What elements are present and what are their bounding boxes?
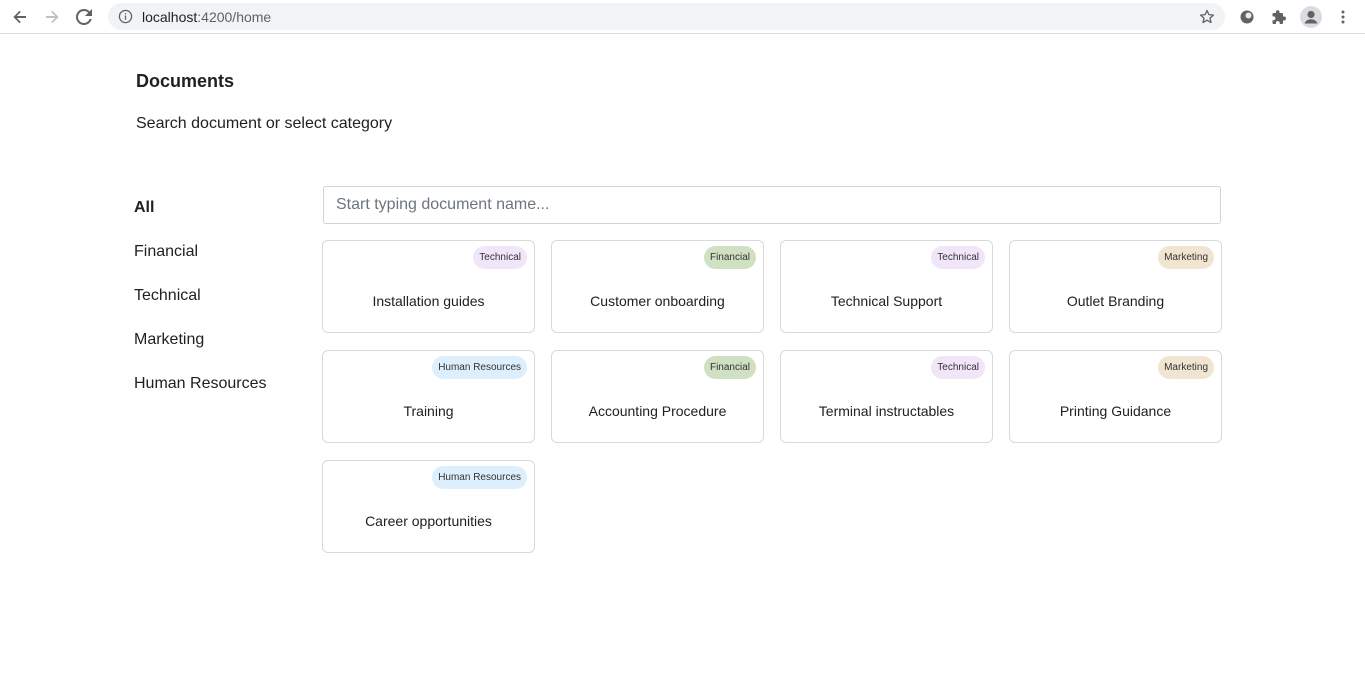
extensions-menu-button[interactable]: [1267, 5, 1291, 29]
document-card[interactable]: Technical Terminal instructables: [780, 350, 993, 443]
category-badge: Marketing: [1158, 246, 1214, 269]
document-title: Outlet Branding: [1066, 293, 1165, 309]
category-badge: Technical: [931, 356, 985, 379]
info-icon[interactable]: [118, 9, 133, 24]
url-host: localhost: [142, 9, 198, 25]
document-search-input[interactable]: [323, 186, 1221, 224]
url-path: :4200/home: [197, 9, 272, 25]
page-subtitle: Search document or select category: [136, 115, 393, 132]
more-vert-icon: [1341, 10, 1345, 24]
page-title: Documents: [136, 71, 235, 91]
back-arrow-icon: [13, 10, 26, 24]
browser-menu-button[interactable]: [1331, 5, 1355, 29]
extension-button[interactable]: [1235, 5, 1259, 29]
category-marketing[interactable]: Marketing: [134, 330, 294, 374]
forward-button[interactable]: [39, 4, 65, 30]
category-financial[interactable]: Financial: [134, 242, 294, 286]
category-badge: Human Resources: [432, 356, 527, 379]
category-technical[interactable]: Technical: [134, 286, 294, 330]
url-text: localhost:4200/home: [142, 9, 271, 25]
document-card[interactable]: Financial Customer onboarding: [551, 240, 764, 333]
document-title: Terminal instructables: [818, 403, 955, 419]
extension-circle-icon: [1240, 10, 1254, 24]
reload-button[interactable]: [71, 4, 97, 30]
document-card[interactable]: Marketing Printing Guidance: [1009, 350, 1222, 443]
back-button[interactable]: [7, 4, 33, 30]
document-title: Career opportunities: [365, 513, 492, 529]
category-badge: Human Resources: [432, 466, 527, 489]
document-title: Customer onboarding: [590, 293, 725, 309]
document-title: Installation guides: [372, 293, 485, 309]
forward-arrow-icon: [46, 10, 59, 24]
address-bar[interactable]: localhost:4200/home: [108, 3, 1225, 30]
category-badge: Financial: [703, 356, 756, 379]
category-badge: Technical: [473, 246, 527, 269]
document-title: Training: [403, 403, 454, 419]
category-human-resources[interactable]: Human Resources: [134, 374, 294, 418]
document-grid: Technical Installation guides Financial …: [322, 240, 1222, 553]
document-card[interactable]: Technical Installation guides: [322, 240, 535, 333]
avatar-icon: [1300, 6, 1322, 28]
browser-toolbar: localhost:4200/home: [0, 0, 1365, 34]
bookmark-star-icon[interactable]: [1199, 9, 1215, 25]
document-card[interactable]: Marketing Outlet Branding: [1009, 240, 1222, 333]
document-title: Technical Support: [830, 293, 943, 309]
document-card[interactable]: Human Resources Career opportunities: [322, 460, 535, 553]
category-list: All Financial Technical Marketing Human …: [134, 198, 294, 418]
document-title: Accounting Procedure: [588, 403, 727, 419]
profile-button[interactable]: [1299, 5, 1323, 29]
document-card[interactable]: Technical Technical Support: [780, 240, 993, 333]
category-badge: Financial: [703, 246, 756, 269]
document-title: Printing Guidance: [1059, 403, 1172, 419]
document-card[interactable]: Financial Accounting Procedure: [551, 350, 764, 443]
category-all[interactable]: All: [134, 198, 294, 242]
category-badge: Marketing: [1158, 356, 1214, 379]
category-badge: Technical: [931, 246, 985, 269]
puzzle-icon: [1272, 10, 1286, 24]
document-card[interactable]: Human Resources Training: [322, 350, 535, 443]
reload-icon: [76, 9, 92, 25]
